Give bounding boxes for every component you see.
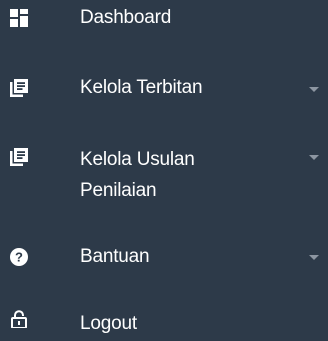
sidebar-menu: Dashboard Kelola Terbitan Kelola Usulan … bbox=[0, 0, 328, 341]
sidebar-item-label: Dashboard bbox=[80, 7, 172, 28]
chevron-down-icon[interactable] bbox=[309, 155, 319, 160]
list-document-icon bbox=[10, 79, 28, 97]
sidebar-item-label: Kelola Terbitan bbox=[80, 77, 203, 98]
sidebar-item-kelola-terbitan[interactable]: Kelola Terbitan bbox=[0, 70, 328, 110]
sidebar-item-label: Kelola Usulan Penilaian bbox=[80, 149, 195, 201]
sidebar-item-kelola-usulan-penilaian[interactable]: Kelola Usulan Penilaian bbox=[0, 140, 328, 204]
sidebar-item-dashboard[interactable]: Dashboard bbox=[0, 0, 328, 42]
chevron-down-icon[interactable] bbox=[309, 87, 319, 92]
lock-icon bbox=[10, 310, 28, 328]
svg-text:?: ? bbox=[15, 250, 23, 265]
sidebar-item-label: Bantuan bbox=[80, 246, 150, 267]
chevron-down-icon[interactable] bbox=[309, 255, 319, 260]
sidebar-item-logout[interactable]: Logout bbox=[0, 306, 328, 341]
sidebar-item-label: Logout bbox=[80, 313, 137, 334]
sidebar-item-bantuan[interactable]: ? Bantuan bbox=[0, 240, 328, 278]
help-circle-icon: ? bbox=[10, 248, 28, 266]
list-document-icon bbox=[10, 148, 28, 166]
dashboard-icon bbox=[10, 9, 28, 27]
